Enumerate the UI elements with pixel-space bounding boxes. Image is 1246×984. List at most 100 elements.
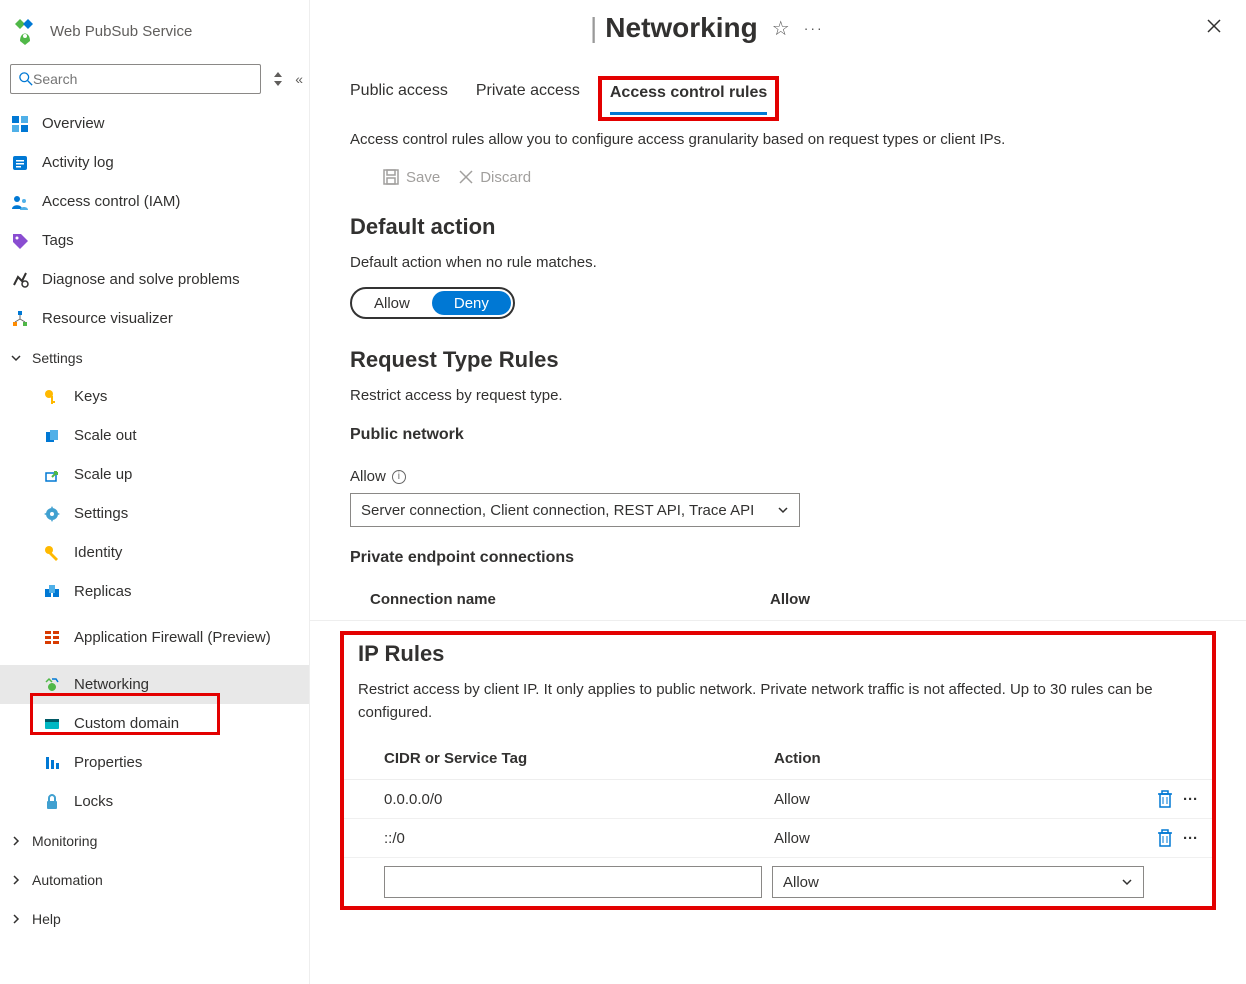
nav-diagnose[interactable]: Diagnose and solve problems	[0, 260, 309, 299]
page-header: | Networking ☆ ···	[310, 0, 1246, 52]
chevron-right-icon	[10, 874, 26, 886]
tabs: Public access Private access Access cont…	[310, 52, 1246, 115]
default-action-toggle[interactable]: Allow Deny	[350, 287, 515, 319]
page-title: Networking	[605, 12, 757, 44]
replicas-icon	[42, 582, 62, 602]
nav-automation-group[interactable]: Automation	[0, 860, 309, 899]
sidebar: Web PubSub Service « Overview Activity l…	[0, 0, 310, 984]
private-endpoint-label: Private endpoint connections	[310, 527, 1246, 573]
highlight-tab: Access control rules	[598, 76, 779, 121]
firewall-icon	[42, 628, 62, 648]
iam-icon	[10, 192, 30, 212]
nav-help-group[interactable]: Help	[0, 899, 309, 938]
ip-new-row: Allow	[344, 858, 1212, 898]
tab-access-control-rules[interactable]: Access control rules	[610, 84, 767, 115]
nav-firewall[interactable]: Application Firewall (Preview)	[0, 611, 309, 665]
ip-action: Allow	[774, 791, 1134, 808]
visualizer-icon	[10, 309, 30, 329]
discard-icon	[458, 169, 474, 185]
overview-icon	[10, 114, 30, 134]
public-network-label: Public network	[310, 404, 1246, 450]
save-icon	[382, 168, 400, 186]
nav-tags[interactable]: Tags	[0, 221, 309, 260]
endpoint-table-head: Connection name Allow	[310, 573, 1246, 621]
col-action: Action	[774, 750, 821, 767]
info-icon[interactable]: i	[392, 470, 406, 484]
brand-text: Web PubSub Service	[50, 23, 192, 40]
default-action-subtitle: Default action when no rule matches.	[310, 240, 1246, 271]
scaleup-icon	[42, 465, 62, 485]
ip-table-head: CIDR or Service Tag Action	[344, 724, 1212, 780]
networking-icon	[42, 675, 62, 695]
more-icon[interactable]: ···	[804, 20, 824, 36]
ip-rules-title: IP Rules	[344, 635, 1212, 667]
save-button[interactable]: Save	[382, 168, 440, 186]
col-cidr: CIDR or Service Tag	[384, 750, 774, 767]
chevron-right-icon	[10, 913, 26, 925]
favorite-icon[interactable]: ☆	[772, 16, 790, 41]
customdomain-icon	[42, 714, 62, 734]
diagnose-icon	[10, 270, 30, 290]
identity-icon	[42, 543, 62, 563]
nav-properties[interactable]: Properties	[0, 743, 309, 782]
nav-replicas[interactable]: Replicas	[0, 572, 309, 611]
search-input-wrap[interactable]	[10, 64, 261, 94]
nav-customdomain[interactable]: Custom domain	[0, 704, 309, 743]
ip-action: Allow	[774, 830, 1134, 847]
ip-cidr: 0.0.0.0/0	[384, 791, 774, 808]
nav-networking[interactable]: Networking	[0, 665, 309, 704]
tab-private[interactable]: Private access	[476, 82, 580, 115]
nav-activity[interactable]: Activity log	[0, 143, 309, 182]
nav-settings-group[interactable]: Settings	[0, 338, 309, 377]
delete-icon[interactable]	[1157, 790, 1173, 808]
brand-header: Web PubSub Service	[0, 8, 309, 64]
main-content: | Networking ☆ ··· Public access Private…	[310, 0, 1246, 984]
nav-visualizer[interactable]: Resource visualizer	[0, 299, 309, 338]
toggle-deny[interactable]: Deny	[432, 291, 511, 315]
tab-public[interactable]: Public access	[350, 82, 448, 115]
ip-rules-desc: Restrict access by client IP. It only ap…	[344, 667, 1212, 724]
request-rules-title: Request Type Rules	[310, 319, 1246, 373]
delete-icon[interactable]	[1157, 829, 1173, 847]
scaleout-icon	[42, 426, 62, 446]
search-input[interactable]	[33, 71, 252, 87]
collapse-sidebar-icon[interactable]: «	[295, 71, 303, 87]
chevron-down-icon	[1121, 876, 1133, 888]
chevron-down-icon	[10, 352, 26, 364]
nav-identity[interactable]: Identity	[0, 533, 309, 572]
request-rules-subtitle: Restrict access by request type.	[310, 373, 1246, 404]
row-more-icon[interactable]: ···	[1183, 830, 1198, 847]
col-connection-name: Connection name	[370, 591, 770, 608]
action-select-value: Allow	[783, 874, 819, 891]
nav-locks[interactable]: Locks	[0, 782, 309, 821]
close-icon[interactable]	[1206, 18, 1222, 34]
nav-overview[interactable]: Overview	[0, 104, 309, 143]
default-action-title: Default action	[310, 186, 1246, 240]
sort-icon[interactable]	[269, 72, 287, 86]
search-icon	[19, 72, 33, 86]
ip-cidr: ::/0	[384, 830, 774, 847]
nav-monitoring-group[interactable]: Monitoring	[0, 821, 309, 860]
chevron-right-icon	[10, 835, 26, 847]
properties-icon	[42, 753, 62, 773]
gear-icon	[42, 504, 62, 524]
toggle-allow[interactable]: Allow	[352, 289, 432, 317]
action-select[interactable]: Allow	[772, 866, 1144, 898]
keys-icon	[42, 387, 62, 407]
nav-scaleup[interactable]: Scale up	[0, 455, 309, 494]
ip-row: ::/0 Allow ···	[344, 819, 1212, 858]
col-allow: Allow	[770, 591, 810, 608]
activity-icon	[10, 153, 30, 173]
ip-rules-section: IP Rules Restrict access by client IP. I…	[340, 631, 1216, 910]
nav-settings-item[interactable]: Settings	[0, 494, 309, 533]
allow-label: Allow	[350, 468, 386, 485]
nav-iam[interactable]: Access control (IAM)	[0, 182, 309, 221]
cidr-input[interactable]	[384, 866, 762, 898]
allow-dropdown[interactable]: Server connection, Client connection, RE…	[350, 493, 800, 527]
tags-icon	[10, 231, 30, 251]
nav-scaleout[interactable]: Scale out	[0, 416, 309, 455]
discard-button[interactable]: Discard	[458, 168, 531, 186]
row-more-icon[interactable]: ···	[1183, 791, 1198, 808]
dropdown-value: Server connection, Client connection, RE…	[361, 502, 754, 519]
nav-keys[interactable]: Keys	[0, 377, 309, 416]
